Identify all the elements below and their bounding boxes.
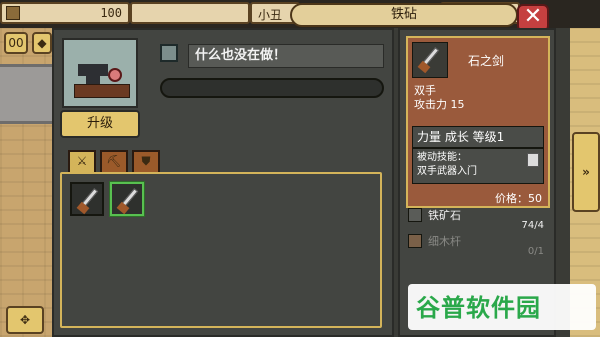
item-detail-card: 石之剑 双手 攻击力 15 力量 成长 等级1 被动技能： 双手武器入门 价格：… [406,36,550,208]
material-name: 细木杆 [428,235,461,248]
resource-box-1: 100 [0,2,130,24]
status-text: 什么也没在做！ [188,44,384,68]
side-button-1[interactable]: 00 [4,32,28,54]
skill-sword-icon [527,153,539,167]
background-stone [0,64,60,124]
item-price: 价格：50 [495,192,542,205]
item-name: 石之剑 [468,54,505,68]
material-row: 铁矿石 74/4 [406,206,550,231]
background-floor-left [0,28,60,337]
wood-stick-icon [408,234,422,248]
tab-axes[interactable]: ⛏ [100,150,128,172]
watermark-logo: 谷普软件园 [408,284,596,330]
item-skill: 被动技能： 双手武器入门 [412,148,544,184]
resource-icon [6,6,20,20]
iron-ore-icon [408,208,422,222]
tab-shields[interactable]: ⛊ [132,150,160,172]
material-count: 0/1 [527,246,544,257]
material-name: 铁矿石 [428,209,461,222]
item-attack: 攻击力 15 [414,98,465,111]
side-button-2[interactable]: ◆ [32,32,52,54]
sword-icon [412,42,448,78]
recipe-slot-iron-sword[interactable] [70,182,104,216]
skill-title: 被动技能： [417,152,467,163]
craft-progress-bar [160,78,384,98]
sword-icon: ⚔ [76,154,88,168]
next-page-button[interactable]: » [572,132,600,212]
auto-craft-checkbox[interactable] [160,44,178,62]
window-title: 铁砧 [290,3,518,27]
recipe-grid [60,172,382,328]
resource-value: 100 [100,6,122,20]
resource-box-2 [130,2,250,24]
material-row: 细木杆 0/1 [406,232,550,257]
tab-swords[interactable]: ⚔ [68,150,96,172]
shield-icon: ⛊ [141,154,151,168]
upgrade-button[interactable]: 升级 [60,110,140,138]
resource-label: 小丑 [258,8,283,22]
material-count: 74/4 [521,220,544,231]
move-button[interactable]: ✥ [6,306,44,334]
axe-icon: ⛏ [106,154,122,168]
recipe-slot-stone-sword[interactable] [110,182,144,216]
craft-panel: 升级 什么也没在做！ ⚔ ⛏ ⛊ [52,28,394,337]
watermark-text: 谷普软件园 [416,294,541,322]
skill-name: 双手武器入门 [417,166,477,177]
anvil-icon [62,38,138,108]
item-level: 力量 成长 等级1 [412,126,544,148]
